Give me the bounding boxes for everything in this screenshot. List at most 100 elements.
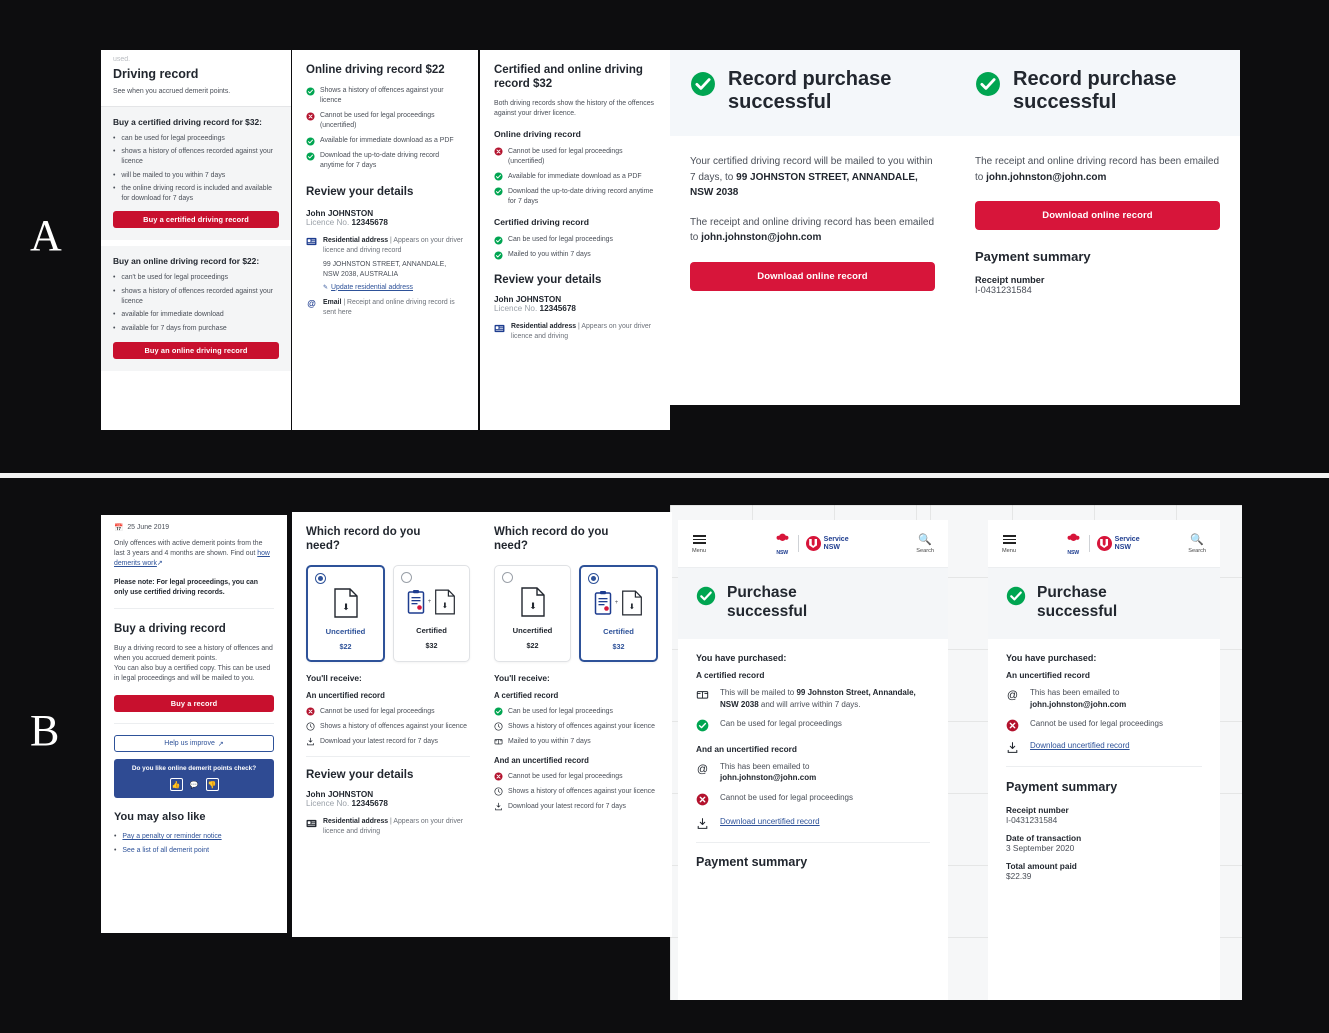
check-circle-green-icon (494, 172, 503, 181)
b2-title: Which record do you need? (306, 526, 421, 553)
b5-date-label: Date of transaction (1006, 832, 1082, 843)
service-word: Service (1114, 536, 1140, 544)
thumbs-down-icon[interactable]: 👎 (205, 778, 219, 792)
thumbs-up-icon[interactable]: 👍 (169, 778, 183, 792)
menu-button[interactable]: Menu (692, 533, 706, 554)
pay-penalty-link[interactable]: Pay a penalty or reminder notice (122, 832, 221, 842)
a4-success-banner: Record purchase successful (670, 50, 955, 136)
pdf-icon: ⬇ (333, 586, 359, 620)
b1-divider-1 (114, 608, 274, 609)
record-option-certified[interactable]: + ⬇ Certified $32 (579, 564, 658, 662)
b4-success-banner: Purchase successful (678, 568, 948, 640)
a1-online-heading: Buy an online driving record for $22: (113, 256, 260, 267)
section-label-a: A (30, 211, 63, 260)
b2-divider (306, 755, 470, 757)
nsw-word: NSW (823, 543, 841, 551)
b2-licence-label: Licence No. (306, 799, 350, 809)
download-uncertified-record-link[interactable]: Download uncertified record (720, 816, 820, 830)
a5-receipt-value: I-0431231584 (975, 285, 1032, 295)
a3-review-title: Review your details (494, 274, 602, 287)
service-nsw-header: Menu NSW Service NSW 🔍 Search (988, 520, 1220, 568)
b2-feature-list: Cannot be used for legal proceedings Sho… (306, 707, 470, 747)
a2-address-label: Residential address (323, 236, 389, 244)
cross-circle-red-icon (696, 793, 712, 806)
demerit-point-list-link[interactable]: See a list of all demerit point (122, 846, 209, 856)
external-link-icon: ↗ (156, 560, 163, 567)
feature-item: Mailed to you within 7 days (494, 250, 656, 260)
panel-b5-purchase-successful-uncertified: Menu NSW Service NSW 🔍 Search Purchase s… (988, 520, 1220, 1000)
b3-record-chooser: ⬇ Uncertified $22 + ⬇ Certified $32 (494, 564, 658, 662)
logo-divider (1088, 535, 1090, 552)
bullet-item: • shows a history of offences recorded ag… (113, 288, 273, 305)
help-us-improve-button[interactable]: Help us improve ↗ (114, 735, 274, 753)
nsw-waratah-logo: NSW (774, 532, 791, 556)
feature-item: Shows a history of offences against your… (494, 722, 658, 732)
logo-divider (797, 535, 799, 552)
menu-button[interactable]: Menu (1002, 533, 1016, 554)
pencil-icon: ✎ (323, 284, 329, 291)
survey-widget[interactable]: Do you like online demerit points check?… (114, 759, 274, 799)
record-option-uncertified[interactable]: ⬇ Uncertified $22 (494, 564, 571, 662)
b4-email: john.johnston@john.com (720, 773, 817, 783)
buy-online-driving-record-button[interactable]: Buy an online driving record (113, 341, 279, 359)
b4-divider (696, 841, 930, 843)
svg-text:⬇: ⬇ (342, 602, 350, 612)
neutral-comment-icon[interactable]: 💬 (188, 778, 201, 791)
search-button[interactable]: 🔍 Search (1188, 533, 1206, 554)
b1-also-like-list: • Pay a penalty or reminder notice • See a… (114, 832, 274, 855)
a2-email-hint: | Receipt and online driving record is s… (323, 298, 455, 316)
radio-certified[interactable] (588, 572, 599, 584)
download-icon (1006, 741, 1022, 754)
service-nsw-logo: Service NSW (805, 536, 849, 551)
radio-uncertified[interactable] (502, 571, 513, 583)
b5-legal-no: Cannot be used for legal proceedings (1030, 718, 1163, 728)
feature-item: Can be used for legal proceedings (494, 235, 656, 245)
download-uncertified-record-link[interactable]: Download uncertified record (1030, 740, 1130, 754)
record-option-certified[interactable]: + ⬇ Certified $32 (393, 564, 470, 662)
b2-licence-number: 12345678 (351, 799, 388, 809)
radio-certified[interactable] (401, 571, 412, 583)
cross-circle-red-icon (306, 112, 315, 121)
buy-a-record-button[interactable]: Buy a record (114, 695, 274, 713)
b1-buy-title: Buy a driving record (114, 623, 226, 635)
panel-a3-certified-and-online: Certified and online driving record $32 … (480, 50, 670, 430)
svg-text:@: @ (1007, 690, 1018, 702)
clock-icon (494, 722, 503, 731)
buy-certified-driving-record-button[interactable]: Buy a certified driving record (113, 211, 279, 229)
pdf-icon: ⬇ (520, 585, 546, 619)
radio-uncertified[interactable] (315, 572, 326, 584)
download-online-record-button[interactable]: Download online record (975, 201, 1220, 230)
detail-item: @ This has been emailed to john.johnston… (696, 761, 930, 784)
svg-text:⬇: ⬇ (442, 601, 448, 610)
download-uncertified-record-row[interactable]: Download uncertified record (1006, 740, 1202, 754)
b5-total-value: $22.39 (1006, 870, 1032, 881)
b3-receive-title: You'll receive: (494, 672, 550, 683)
a5-email: john.johnston@john.com (986, 171, 1107, 183)
at-email-icon: @ (696, 762, 712, 775)
nsw-word: NSW (1114, 543, 1132, 551)
a1-title: Driving record (113, 67, 199, 81)
a2-feature-list: Shows a history of offences against your… (306, 86, 464, 171)
a3-title: Certified and online driving record $32 (494, 64, 643, 91)
b4-group1-heading: A certified record (696, 670, 765, 681)
record-option-name: Uncertified (512, 625, 553, 635)
feature-item: Shows a history of offences against your… (306, 722, 470, 732)
download-uncertified-record-row[interactable]: Download uncertified record (696, 816, 930, 830)
feature-item: Download the up-to-date driving record a… (494, 187, 656, 207)
feature-item: Cannot be used for legal proceedings (494, 772, 658, 782)
search-button[interactable]: 🔍 Search (916, 533, 934, 554)
at-email-icon: @ (1006, 688, 1022, 702)
a1-certified-bullets: • can be used for legal proceedings • show… (113, 134, 279, 204)
service-nsw-mark-icon (805, 536, 821, 551)
panel-b4-purchase-successful-certified: Menu NSW Service NSW 🔍 Search Purchase s… (678, 520, 948, 1000)
update-residential-address-link[interactable]: Update residential address (331, 284, 413, 291)
clock-icon (494, 787, 503, 796)
record-option-uncertified[interactable]: ⬇ Uncertified $22 (306, 564, 385, 662)
check-circle-green-icon (1006, 586, 1026, 606)
a1-certified-heading: Buy a certified driving record for $32: (113, 116, 262, 127)
b4-legal-no: Cannot be used for legal proceedings (720, 792, 853, 802)
record-option-price: $32 (612, 641, 625, 651)
a3-licence-number: 12345678 (539, 304, 576, 314)
download-icon (494, 802, 503, 811)
download-online-record-button[interactable]: Download online record (690, 261, 935, 291)
